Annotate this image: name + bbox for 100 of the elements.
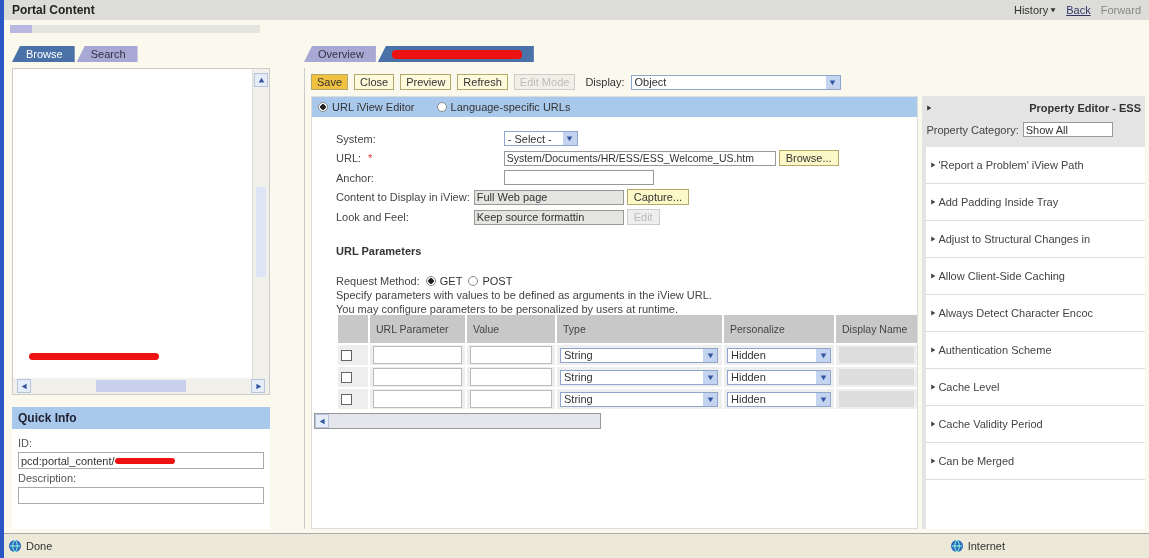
vertical-scrollbar[interactable] — [252, 69, 269, 378]
url-field[interactable]: System/Documents/HR/ESS/ESS_Welcome_US.htm — [503, 150, 776, 166]
anchor-field[interactable] — [503, 170, 654, 185]
property-item[interactable]: Add Padding Inside Tray — [938, 196, 1059, 208]
arrow-icon — [20, 382, 28, 390]
id-field[interactable]: pcd:portal_content/ — [18, 452, 264, 469]
value-field[interactable] — [470, 368, 552, 386]
display-label: Display: — [585, 76, 625, 88]
horizontal-scrollbar[interactable] — [13, 378, 269, 394]
arrow-icon — [566, 135, 574, 142]
capture-button[interactable]: Capture... — [626, 189, 689, 205]
browse-button[interactable]: Browse... — [778, 150, 839, 166]
expand-icon — [930, 458, 937, 464]
type-select[interactable]: String — [560, 369, 718, 385]
property-item[interactable]: 'Report a Problem' iView Path — [938, 159, 1084, 171]
caret-icon — [1050, 7, 1057, 13]
value-field[interactable] — [470, 346, 552, 364]
system-label: System: — [336, 132, 377, 145]
method-radio[interactable]: POST — [468, 275, 513, 287]
expand-icon — [926, 105, 933, 111]
column-header: Display Name — [836, 315, 918, 343]
look-and-feel-field: Keep source formattin — [473, 209, 624, 225]
personalize-select[interactable]: Hidden — [727, 347, 831, 363]
property-item[interactable]: Adjust to Structural Changes in — [938, 233, 1090, 245]
request-method-label: Request Method: — [336, 275, 420, 287]
property-item[interactable]: Cache Validity Period — [938, 418, 1043, 430]
row-checkbox[interactable] — [341, 349, 352, 361]
parameter-field[interactable] — [373, 390, 462, 408]
property-item[interactable]: Allow Client-Side Caching — [938, 270, 1065, 282]
value-field[interactable] — [470, 390, 552, 408]
id-label: ID: — [18, 437, 34, 449]
url-label: URL: — [336, 152, 362, 164]
property-category-label: Property Category: — [926, 123, 1019, 136]
expand-icon — [930, 162, 937, 168]
property-category-select[interactable]: Show All — [1022, 122, 1113, 137]
row-checkbox[interactable] — [341, 371, 352, 383]
property-item[interactable]: Authentication Scheme — [938, 344, 1052, 356]
anchor-label: Anchor: — [336, 171, 375, 184]
back-link[interactable]: Back — [1066, 4, 1091, 16]
system-select[interactable]: - Select - — [503, 131, 578, 146]
editor-tab[interactable]: Overview — [304, 46, 376, 62]
expand-icon — [930, 421, 937, 427]
arrow-icon — [706, 373, 714, 381]
help-text: You may configure parameters to be personalized by users at runtime. — [336, 303, 679, 315]
parameter-field[interactable] — [373, 346, 462, 364]
arrow-icon — [829, 78, 836, 86]
quick-info-header: Quick Info — [12, 407, 270, 429]
content-label: Content to Display in iView: — [336, 191, 470, 203]
arrow-icon — [318, 417, 326, 425]
row-checkbox[interactable] — [341, 393, 352, 405]
arrow-icon — [706, 395, 714, 403]
history-menu[interactable]: History — [1013, 4, 1057, 16]
arrow-icon — [706, 351, 714, 359]
display-select[interactable]: Object — [630, 74, 841, 90]
toolbar-button[interactable]: Close — [354, 74, 395, 90]
property-item[interactable]: Always Detect Character Encoc — [938, 307, 1094, 319]
toolbar-button[interactable]: Save — [311, 74, 349, 90]
expand-icon — [930, 384, 937, 390]
horizontal-scrollbar[interactable] — [314, 413, 601, 429]
arrow-icon — [257, 76, 265, 84]
toolbar-button[interactable]: Refresh — [457, 74, 508, 90]
property-item[interactable]: Cache Level — [938, 381, 1000, 393]
status-text: Done — [26, 540, 53, 552]
column-header — [338, 315, 368, 343]
panel-tab[interactable]: Search — [76, 46, 138, 62]
toolbar-button[interactable]: Preview — [400, 74, 452, 90]
description-label: Description: — [18, 472, 78, 484]
personalize-select[interactable]: Hidden — [727, 369, 831, 385]
column-header: Type — [557, 315, 722, 343]
page-title: Portal Content — [12, 3, 95, 17]
arrow-icon — [254, 382, 262, 390]
method-radio[interactable]: GET — [425, 275, 463, 287]
collapse-handle[interactable] — [10, 25, 32, 33]
arrow-icon — [819, 373, 827, 381]
expand-icon — [930, 273, 937, 279]
globe-icon — [949, 539, 964, 553]
type-select[interactable]: String — [560, 347, 718, 363]
section-title: URL Parameters — [336, 245, 423, 257]
expand-icon — [930, 236, 937, 242]
arrow-icon — [819, 395, 827, 403]
property-editor-title: Property Editor - ESS — [1029, 102, 1141, 114]
panel-tab[interactable]: Browse — [12, 46, 75, 62]
mode-radio[interactable]: Language-specific URLs — [436, 101, 571, 113]
property-item[interactable]: Can be Merged — [938, 455, 1015, 467]
expand-icon — [930, 347, 937, 353]
personalize-select[interactable]: Hidden — [727, 391, 831, 407]
description-field[interactable] — [18, 487, 264, 504]
parameter-field[interactable] — [373, 368, 462, 386]
expand-icon — [930, 310, 937, 316]
required-mark: * — [368, 152, 373, 164]
zone-text: Internet — [967, 540, 1005, 552]
type-select[interactable]: String — [560, 391, 718, 407]
scrollbar-thumb[interactable] — [96, 380, 186, 392]
redacted-tab[interactable] — [377, 46, 534, 62]
mode-radio[interactable]: URL iView Editor — [318, 101, 415, 113]
content-field: Full Web page — [473, 189, 624, 205]
column-header: Value — [467, 315, 555, 343]
look-and-feel-label: Look and Feel: — [336, 211, 410, 223]
column-header: Personalize — [724, 315, 834, 343]
expand-icon — [930, 199, 937, 205]
